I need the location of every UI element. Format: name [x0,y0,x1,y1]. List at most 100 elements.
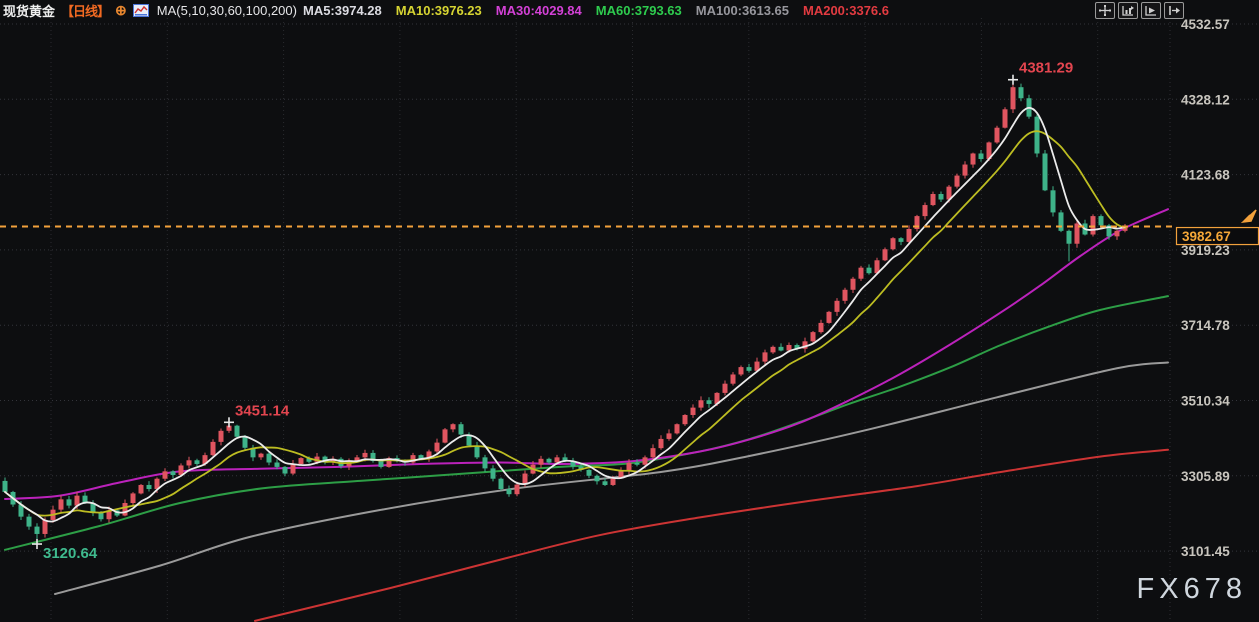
candle-body [747,367,752,371]
candle-body [651,448,656,457]
chart-scale-icon[interactable] [1118,2,1138,19]
candle-body [867,268,872,274]
last-price-value: 3982.67 [1182,229,1231,244]
candle-body [379,461,384,467]
axis-price-label: 3305.89 [1181,469,1230,484]
candle-body [763,352,768,361]
candle-body [979,153,984,159]
candle-body [459,424,464,434]
candle-body [891,238,896,249]
candle-body [1019,87,1024,98]
ma-value-label: MA5:3974.28 [303,3,382,18]
candle-body [451,424,456,429]
candle-body [923,205,928,216]
candle-body [819,323,824,332]
candle-body [123,503,128,516]
chart-toolbar [1095,2,1184,19]
candle-body [547,459,552,463]
ma-values: MA5:3974.28 MA10:3976.23 MA30:4029.84 MA60:… [303,3,889,18]
candle-body [475,446,480,458]
candle-body [515,485,520,495]
candle-body [27,517,32,527]
chart-play-icon[interactable] [1141,2,1161,19]
candle-body [851,279,856,290]
move-crosshair-icon[interactable] [1095,2,1115,19]
candle-body [43,520,48,534]
candle-body [67,499,72,505]
candle-body [35,527,40,534]
candle-body [955,176,960,187]
candle-body [1051,190,1056,212]
candle-body [1011,87,1016,109]
axis-price-label: 3101.45 [1181,544,1230,559]
chart-header: 现货黄金 【日线】 ⊕ MA(5,10,30,60,100,200) MA5:3… [3,1,889,19]
candle-body [99,513,104,520]
candle-body [723,384,728,393]
add-compare-icon[interactable]: ⊕ [115,3,127,17]
candle-body [1067,231,1072,244]
candle-body [483,457,488,468]
candle-body [707,400,712,404]
axis-price-label: 3919.23 [1181,243,1230,258]
axis-price-label: 3714.78 [1181,318,1230,333]
ma-line-ma60 [5,296,1168,550]
candle-body [595,476,600,482]
candle-body [267,454,272,463]
mini-chart-icon[interactable] [133,4,149,17]
candle-body [659,439,664,448]
candle-body [243,437,248,448]
candle-body [699,400,704,407]
candle-body [219,431,224,442]
candle-body [1035,117,1040,154]
candle-body [835,301,840,312]
candle-body [739,367,744,374]
ma-value-label: MA30:4029.84 [496,3,582,18]
candle-body [899,238,904,242]
candle-body [211,442,216,455]
candle-body [859,268,864,279]
ma-value-label: MA10:3976.23 [396,3,482,18]
candle-body [643,457,648,464]
timeframe-label: 【日线】 [61,1,109,20]
candle-body [1091,216,1096,234]
candle-body [491,468,496,478]
price-annotation: 3451.14 [235,402,290,419]
candle-body [971,153,976,164]
candle-body [691,408,696,415]
trading-chart-window: 现货黄金 【日线】 ⊕ MA(5,10,30,60,100,200) MA5:3… [0,0,1259,622]
candle-body [667,433,672,439]
axis-price-label: 4532.57 [1181,17,1230,32]
candle-body [291,464,296,474]
candle-body [995,128,1000,143]
candle-body [963,165,968,176]
ma-value-label: MA60:3793.63 [596,3,682,18]
price-annotation: 3120.64 [43,545,98,562]
candle-body [843,290,848,301]
candle-body [259,454,264,458]
candle-body [939,194,944,200]
candle-body [59,499,64,509]
candle-body [275,463,280,467]
candle-body [771,347,776,353]
axis-price-label: 3510.34 [1181,394,1230,409]
step-forward-icon[interactable] [1164,2,1184,19]
candle-body [907,229,912,242]
candle-body [1115,231,1120,237]
candle-body [827,312,832,323]
candle-body [587,470,592,476]
candle-body [435,443,440,452]
candle-body [195,460,200,464]
candle-body [1043,153,1048,190]
candle-body [235,426,240,437]
candle-body [507,489,512,494]
ma-value-label: MA100:3613.65 [696,3,789,18]
candle-body [147,485,152,489]
candle-body [811,332,816,341]
candle-body [499,479,504,489]
axis-price-label: 4123.68 [1181,168,1230,183]
candle-body [603,481,608,485]
chart-canvas[interactable]: 4381.293451.143120.644532.574328.124123.… [0,0,1259,622]
candle-body [171,471,176,475]
candle-body [883,249,888,260]
latest-price-arrow-icon [1243,210,1256,222]
